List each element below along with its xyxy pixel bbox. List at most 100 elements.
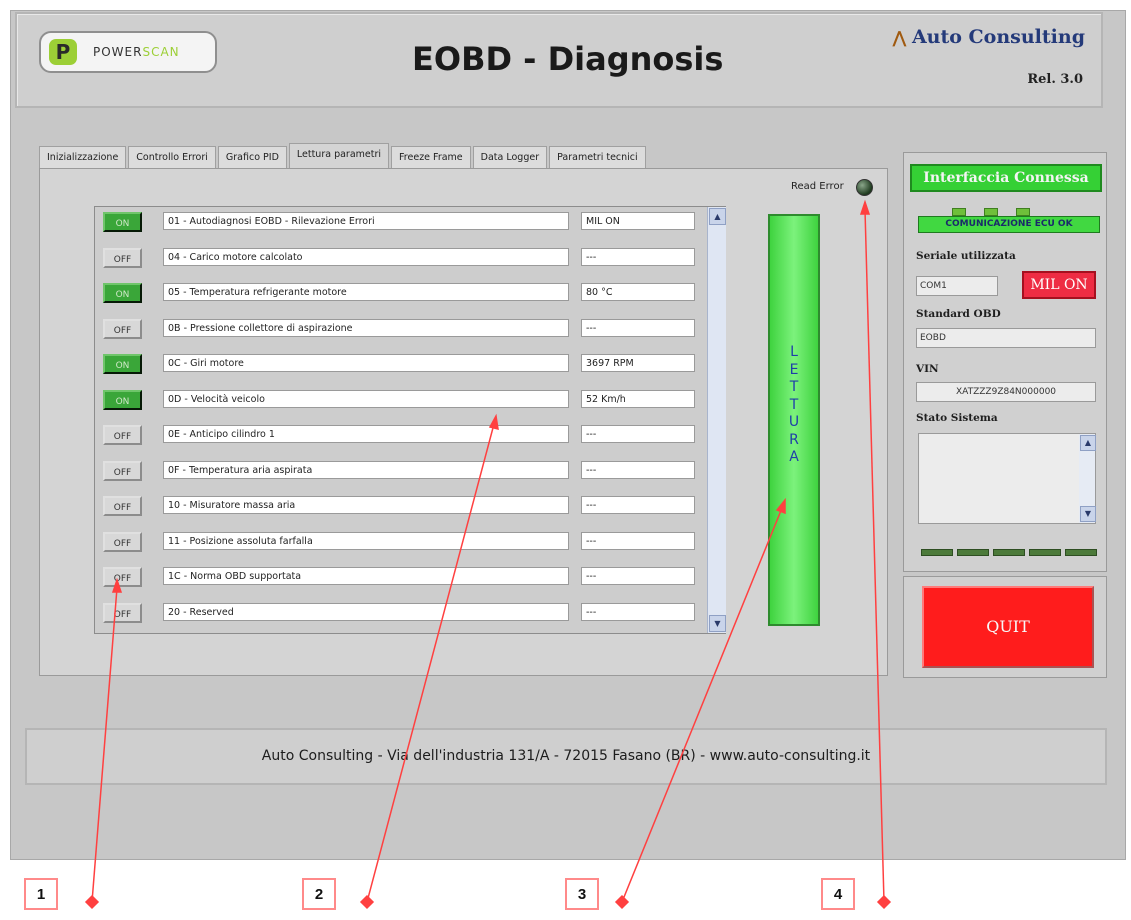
- tab-controllo-errori[interactable]: Controllo Errori: [128, 146, 216, 169]
- callout-4: 4: [821, 878, 855, 910]
- toggle-button[interactable]: OFF: [103, 425, 142, 445]
- brand-name: Auto Consulting: [911, 26, 1085, 48]
- parameter-row: OFF 04 - Carico motore calcolato ---: [95, 243, 707, 279]
- comm-status-badge: COMUNICAZIONE ECU OK: [918, 216, 1100, 233]
- diamond-icon: [876, 894, 892, 910]
- parameter-list: ON 01 - Autodiagnosi EOBD - Rilevazione E…: [94, 206, 726, 634]
- parameter-description: 0E - Anticipo cilindro 1: [163, 425, 569, 443]
- quit-button[interactable]: QUIT: [922, 586, 1094, 668]
- parameter-row: ON 05 - Temperatura refrigerante motore 80…: [95, 278, 707, 314]
- led-icon: [952, 208, 966, 216]
- tab-data-logger[interactable]: Data Logger: [472, 146, 548, 169]
- parameter-row: ON 0C - Giri motore 3697 RPM: [95, 349, 707, 385]
- header-bar: P POWERSCAN EOBD - Diagnosis ⋀ Auto Consu…: [15, 12, 1103, 108]
- serial-label: Seriale utilizzata: [916, 250, 1016, 262]
- led-icon: [921, 549, 953, 556]
- logo-text-power: POWER: [93, 45, 143, 59]
- toggle-button[interactable]: OFF: [103, 318, 142, 339]
- tab-grafico-pid[interactable]: Grafico PID: [217, 146, 287, 169]
- vin-field: XATZZZ9Z84N000000: [916, 382, 1096, 402]
- standard-obd-field: EOBD: [916, 328, 1096, 348]
- parameter-description: 04 - Carico motore calcolato: [163, 247, 569, 266]
- standard-obd-label: Standard OBD: [916, 308, 1001, 320]
- parameter-row: OFF 1C - Norma OBD supportata ---: [95, 562, 707, 598]
- connection-status: Interfaccia Connessa: [910, 164, 1102, 192]
- fan-logo-icon: ⋀: [892, 28, 906, 47]
- parameter-value: ---: [581, 247, 695, 266]
- serial-field: COM1: [916, 276, 998, 296]
- brand-logo: ⋀ Auto Consulting: [893, 26, 1085, 48]
- logo-text-scan: SCAN: [142, 45, 180, 59]
- app-title: EOBD - Diagnosis: [412, 40, 724, 78]
- parameter-description: 0F - Temperatura aria aspirata: [163, 460, 569, 479]
- led-icon: [957, 549, 989, 556]
- parameter-row: OFF 0E - Anticipo cilindro 1 ---: [95, 420, 707, 456]
- parameter-value: 80 °C: [581, 283, 695, 301]
- lettura-label: L E T T U R A: [788, 344, 800, 465]
- progress-leds: [921, 541, 1101, 560]
- toggle-button[interactable]: OFF: [103, 460, 142, 481]
- led-icon: [1065, 549, 1097, 556]
- parameter-value: ---: [581, 602, 695, 621]
- parameter-value: ---: [581, 318, 695, 337]
- list-scrollbar[interactable]: ▲ ▼: [707, 207, 726, 633]
- scroll-down-icon[interactable]: ▼: [709, 615, 726, 632]
- parameter-value: ---: [581, 460, 695, 479]
- parameter-row: ON 01 - Autodiagnosi EOBD - Rilevazione E…: [95, 207, 707, 243]
- diamond-icon: [614, 894, 630, 910]
- toggle-button[interactable]: OFF: [103, 247, 142, 268]
- lettura-button[interactable]: L E T T U R A: [768, 214, 820, 626]
- callout-2: 2: [302, 878, 336, 910]
- tab-lettura-parametri[interactable]: Lettura parametri: [288, 143, 390, 169]
- parameter-value: MIL ON: [581, 212, 695, 230]
- parameter-row: ON 0D - Velocità veicolo 52 Km/h: [95, 385, 707, 421]
- footer-address: Auto Consulting - Via dell'industria 131…: [25, 728, 1107, 785]
- diamond-icon: [359, 894, 375, 910]
- toggle-button[interactable]: ON: [103, 283, 142, 303]
- toggle-button[interactable]: ON: [103, 212, 142, 232]
- mil-indicator: MIL ON: [1022, 271, 1096, 299]
- parameter-row: OFF 11 - Posizione assoluta farfalla ---: [95, 527, 707, 563]
- release-label: Rel. 3.0: [1027, 72, 1083, 87]
- tab-freeze-frame[interactable]: Freeze Frame: [391, 146, 471, 169]
- powerscan-logo: P POWERSCAN: [39, 31, 217, 73]
- toggle-button[interactable]: OFF: [103, 602, 142, 623]
- toggle-button[interactable]: OFF: [103, 531, 142, 552]
- toggle-button[interactable]: OFF: [103, 567, 142, 587]
- read-error-led-icon: [856, 179, 873, 196]
- tab-parametri-tecnici[interactable]: Parametri tecnici: [549, 146, 646, 169]
- parameter-value: 3697 RPM: [581, 354, 695, 372]
- callout-1: 1: [24, 878, 58, 910]
- parameter-row: OFF 0B - Pressione collettore di aspirazi…: [95, 314, 707, 350]
- parameter-row: OFF 10 - Misuratore massa aria ---: [95, 491, 707, 527]
- scroll-up-icon[interactable]: ▲: [1080, 435, 1096, 451]
- led-icon: [984, 208, 998, 216]
- parameter-value: ---: [581, 425, 695, 443]
- parameter-description: 0B - Pressione collettore di aspirazione: [163, 318, 569, 337]
- scroll-up-icon[interactable]: ▲: [709, 208, 726, 225]
- toggle-button[interactable]: ON: [103, 354, 142, 374]
- parameter-description: 05 - Temperatura refrigerante motore: [163, 283, 569, 301]
- stato-scrollbar[interactable]: ▲ ▼: [1079, 434, 1096, 523]
- toggle-button[interactable]: OFF: [103, 496, 142, 516]
- parameter-value: ---: [581, 496, 695, 514]
- vin-label: VIN: [916, 363, 939, 375]
- led-icon: [1016, 208, 1030, 216]
- parameter-row: OFF 0F - Temperatura aria aspirata ---: [95, 456, 707, 492]
- parameter-value: ---: [581, 531, 695, 550]
- stato-sistema-textarea[interactable]: ▲ ▼: [918, 433, 1096, 524]
- parameter-description: 10 - Misuratore massa aria: [163, 496, 569, 514]
- parameter-description: 20 - Reserved: [163, 602, 569, 621]
- tab-inizializzazione[interactable]: Inizializzazione: [39, 146, 127, 169]
- parameter-description: 11 - Posizione assoluta farfalla: [163, 531, 569, 550]
- parameter-description: 0C - Giri motore: [163, 354, 569, 372]
- stato-sistema-label: Stato Sistema: [916, 412, 998, 424]
- scroll-down-icon[interactable]: ▼: [1080, 506, 1096, 522]
- p-logo-icon: P: [49, 39, 77, 65]
- parameter-description: 1C - Norma OBD supportata: [163, 567, 569, 585]
- callout-3: 3: [565, 878, 599, 910]
- led-icon: [1029, 549, 1061, 556]
- parameter-value: ---: [581, 567, 695, 585]
- toggle-button[interactable]: ON: [103, 389, 142, 410]
- led-icon: [993, 549, 1025, 556]
